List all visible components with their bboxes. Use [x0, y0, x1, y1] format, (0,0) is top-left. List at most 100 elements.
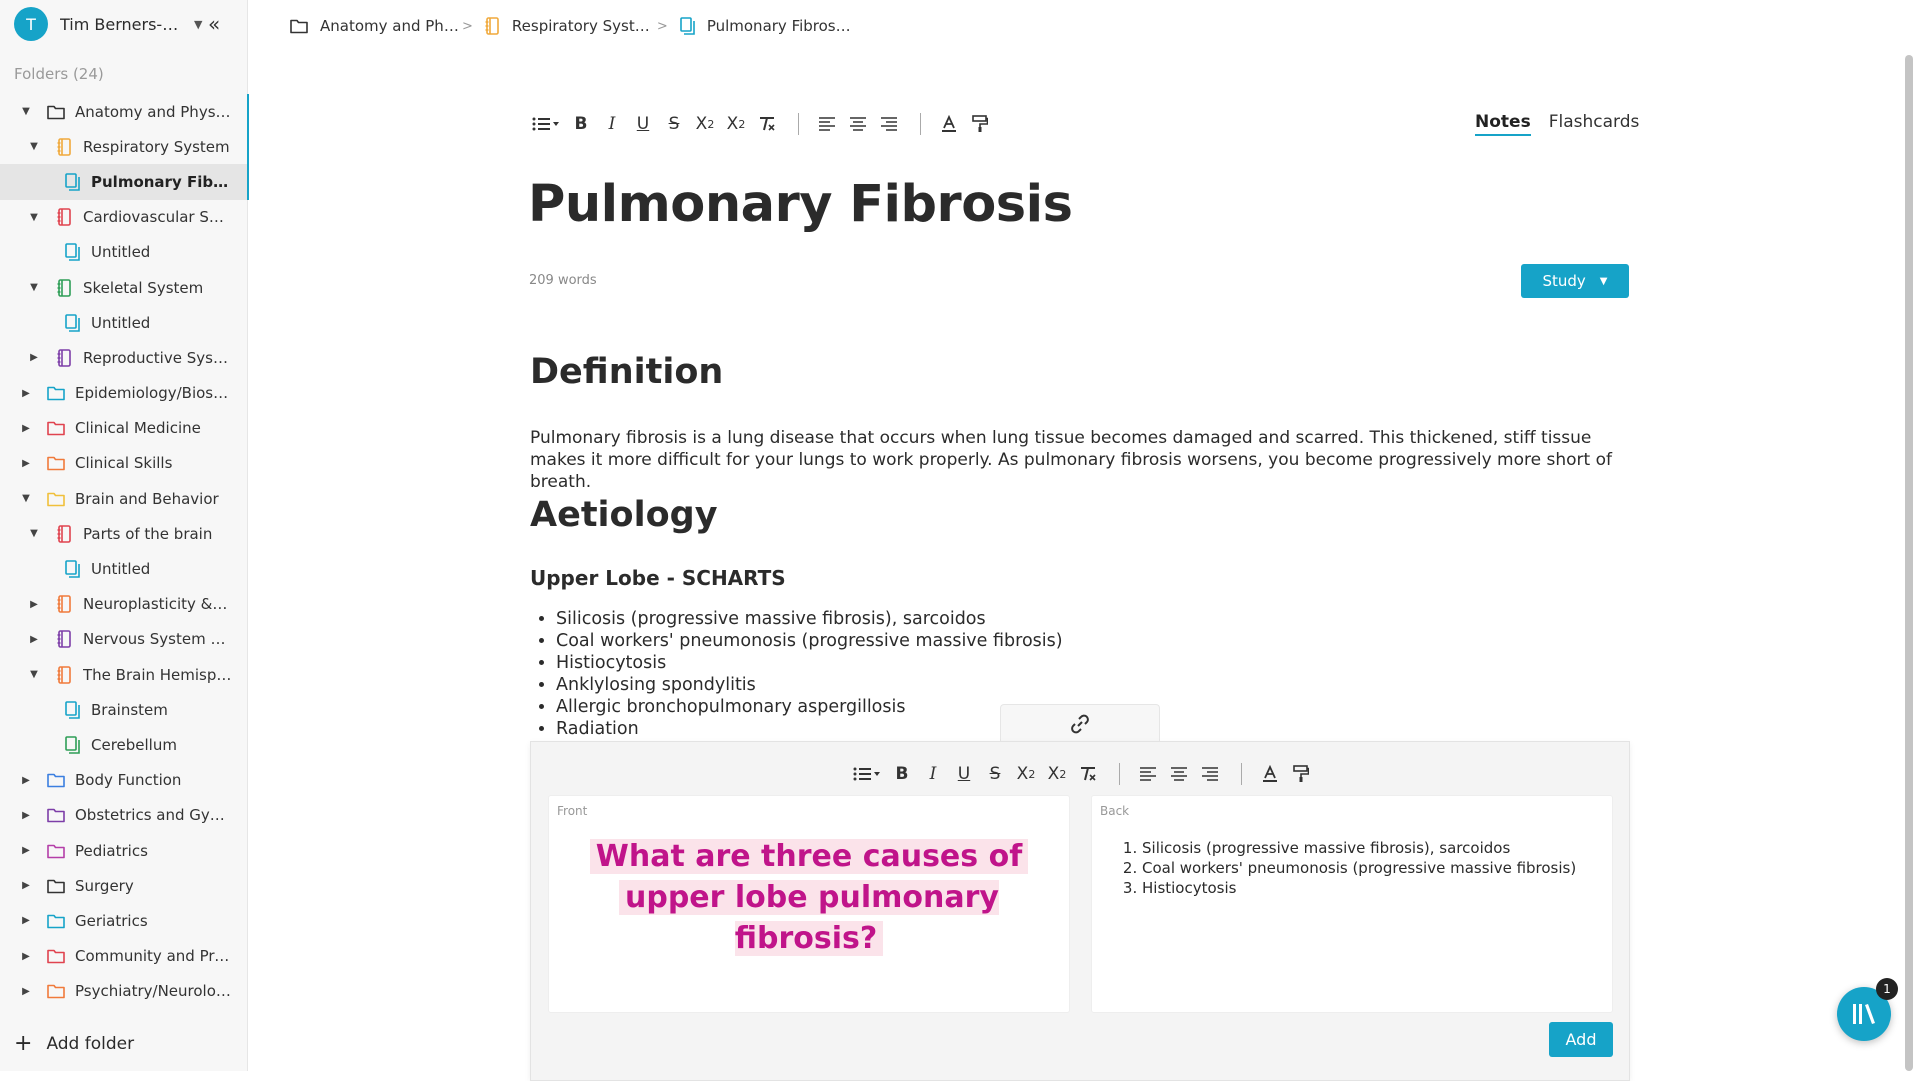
bold-icon[interactable]: B	[892, 762, 912, 786]
tab-flashcards[interactable]: Flashcards	[1549, 112, 1640, 136]
breadcrumb-label: Anatomy and Ph…	[320, 17, 459, 35]
caret-right-icon[interactable]: ▶	[21, 986, 31, 997]
italic-icon[interactable]: I	[923, 762, 943, 786]
user-menu[interactable]: T Tim Berners-Lee ▼	[14, 7, 202, 41]
sidebar-item[interactable]: ▼ Respiratory System	[0, 129, 249, 165]
superscript-icon[interactable]: X2	[1047, 762, 1067, 786]
add-folder-button[interactable]: + Add folder	[14, 1033, 134, 1055]
caret-right-icon[interactable]: ▶	[21, 423, 31, 434]
breadcrumb-item[interactable]: Pulmonary Fibros…	[680, 17, 851, 35]
notebook-icon	[55, 665, 73, 684]
caret-down-icon[interactable]: ▼	[21, 493, 31, 504]
sidebar-item[interactable]: ▶ Clinical Medicine	[0, 411, 248, 446]
sidebar-item[interactable]: ▼ Skeletal System	[0, 270, 248, 305]
sidebar-item[interactable]: ▼ The Brain Hemispheres	[0, 657, 248, 692]
study-button[interactable]: Study ▼	[1521, 264, 1629, 298]
align-left-icon[interactable]	[1138, 762, 1158, 786]
sidebar-item[interactable]: ▶ Pediatrics	[0, 833, 248, 868]
italic-icon[interactable]: I	[602, 112, 622, 136]
add-card-button[interactable]: Add	[1549, 1022, 1613, 1057]
subscript-icon[interactable]: X2	[695, 112, 715, 136]
sidebar-item[interactable]: ▶ Epidemiology/Biostatistics	[0, 376, 248, 411]
scrollbar[interactable]	[1905, 55, 1913, 1071]
collapse-sidebar-icon[interactable]: «	[208, 12, 220, 36]
sidebar-item[interactable]: Untitled	[0, 305, 248, 340]
toolbar-divider	[798, 113, 799, 135]
list-icon[interactable]	[853, 762, 881, 786]
breadcrumb-item[interactable]: Anatomy and Ph…	[290, 17, 459, 35]
bold-icon[interactable]: B	[571, 112, 591, 136]
sidebar-item[interactable]: ▶ Geriatrics	[0, 903, 248, 938]
user-name[interactable]: Tim Berners-Lee	[60, 15, 186, 34]
caret-right-icon[interactable]: ▶	[21, 880, 31, 891]
text-color-icon[interactable]	[939, 112, 959, 136]
sidebar-item[interactable]: ▶ Reproductive System	[0, 340, 248, 375]
sidebar-item[interactable]: ▼ Parts of the brain	[0, 516, 248, 551]
caret-right-icon[interactable]: ▶	[29, 352, 39, 363]
list-item: Silicosis (progressive massive fibrosis)…	[1142, 838, 1576, 858]
chevron-down-icon[interactable]: ▼	[194, 18, 202, 31]
clear-format-icon[interactable]	[1078, 762, 1098, 786]
sidebar-item[interactable]: ▶ Clinical Skills	[0, 446, 248, 481]
align-left-icon[interactable]	[817, 112, 837, 136]
sidebar-item[interactable]: Cerebellum	[0, 727, 248, 762]
page-title[interactable]: Pulmonary Fibrosis	[528, 175, 1073, 234]
avatar[interactable]: T	[14, 7, 48, 41]
sidebar-item[interactable]: ▶ Nervous System Function	[0, 622, 248, 657]
aetiology-heading: Aetiology	[530, 495, 718, 535]
list-icon[interactable]	[532, 112, 560, 136]
sidebar-item[interactable]: ▶ Psychiatry/Neurology	[0, 974, 248, 1009]
align-right-icon[interactable]	[1200, 762, 1220, 786]
subscript-icon[interactable]: X2	[1016, 762, 1036, 786]
caret-right-icon[interactable]: ▶	[29, 634, 39, 645]
caret-right-icon[interactable]: ▶	[21, 810, 31, 821]
sidebar-item-label: Cardiovascular System	[83, 208, 232, 227]
underline-icon[interactable]: U	[954, 762, 974, 786]
flashcard-front[interactable]: Front What are three causes of upper lob…	[548, 795, 1070, 1013]
sidebar-item[interactable]: ▶ Body Function	[0, 763, 248, 798]
format-painter-icon[interactable]	[1291, 762, 1311, 786]
flashcard-back[interactable]: Back Silicosis (progressive massive fibr…	[1091, 795, 1613, 1013]
sidebar-item-label: Geriatrics	[75, 911, 148, 930]
text-color-icon[interactable]	[1260, 762, 1280, 786]
caret-right-icon[interactable]: ▶	[21, 775, 31, 786]
sidebar-item[interactable]: ▼ Brain and Behavior	[0, 481, 248, 516]
sidebar-item[interactable]: Untitled	[0, 551, 248, 586]
upper-lobe-list: Silicosis (progressive massive fibrosis)…	[556, 608, 1063, 740]
caret-right-icon[interactable]: ▶	[29, 599, 39, 610]
caret-right-icon[interactable]: ▶	[21, 915, 31, 926]
align-right-icon[interactable]	[879, 112, 899, 136]
format-painter-icon[interactable]	[970, 112, 990, 136]
align-center-icon[interactable]	[848, 112, 868, 136]
caret-right-icon[interactable]: ▶	[21, 458, 31, 469]
clear-format-icon[interactable]	[757, 112, 777, 136]
caret-right-icon[interactable]: ▶	[21, 951, 31, 962]
sidebar-item[interactable]: ▶ Community and Preventive	[0, 939, 248, 974]
sidebar-item[interactable]: ▶ Surgery	[0, 868, 248, 903]
sidebar-item[interactable]: Pulmonary Fibrosis	[0, 164, 249, 200]
align-center-icon[interactable]	[1169, 762, 1189, 786]
caret-down-icon[interactable]: ▼	[29, 669, 39, 680]
caret-right-icon[interactable]: ▶	[21, 388, 31, 399]
link-card-button[interactable]	[1000, 704, 1160, 742]
caret-down-icon[interactable]: ▼	[21, 106, 31, 117]
breadcrumb-item[interactable]: Respiratory Syst…	[485, 17, 650, 35]
caret-down-icon[interactable]: ▼	[29, 212, 39, 223]
sidebar-item[interactable]: Brainstem	[0, 692, 248, 727]
sidebar-item-label: Respiratory System	[83, 137, 230, 156]
sidebar-item[interactable]: ▼ Cardiovascular System	[0, 200, 248, 235]
sidebar-item[interactable]: ▶ Neuroplasticity & Learning	[0, 587, 248, 622]
sidebar-item[interactable]: ▼ Anatomy and Physiology	[0, 94, 249, 130]
caret-down-icon[interactable]: ▼	[29, 528, 39, 539]
superscript-icon[interactable]: X2	[726, 112, 746, 136]
chevron-down-icon[interactable]: ▼	[1600, 276, 1608, 287]
caret-right-icon[interactable]: ▶	[21, 845, 31, 856]
tab-notes[interactable]: Notes	[1475, 112, 1531, 136]
sidebar-item[interactable]: ▶ Obstetrics and Gynecology	[0, 798, 248, 833]
strikethrough-icon[interactable]: S	[664, 112, 684, 136]
underline-icon[interactable]: U	[633, 112, 653, 136]
caret-down-icon[interactable]: ▼	[29, 141, 39, 152]
sidebar-item[interactable]: Untitled	[0, 235, 248, 270]
caret-down-icon[interactable]: ▼	[29, 282, 39, 293]
strikethrough-icon[interactable]: S	[985, 762, 1005, 786]
